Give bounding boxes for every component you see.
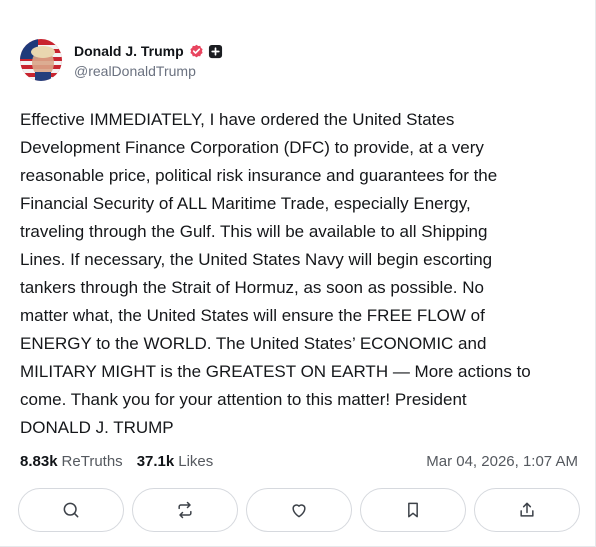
- reply-button[interactable]: [18, 488, 124, 532]
- like-icon: [292, 504, 306, 518]
- reply-icon: [63, 502, 79, 518]
- action-bar: [18, 488, 580, 532]
- plus-badge-icon: [208, 44, 223, 59]
- likes-label[interactable]: Likes: [178, 453, 213, 470]
- flag-portrait-avatar: [20, 39, 62, 81]
- bookmark-icon: [408, 502, 418, 518]
- post-header: Donald J. Trump @realDonaldTrump: [20, 39, 223, 81]
- retruth-icon: [178, 501, 192, 519]
- post-card: Donald J. Trump @realDonaldTrump Effecti…: [0, 0, 596, 547]
- bookmark-button[interactable]: [360, 488, 466, 532]
- post-timestamp[interactable]: Mar 04, 2026, 1:07 AM: [426, 453, 578, 470]
- likes-count[interactable]: 37.1k: [137, 453, 175, 470]
- retruths-label[interactable]: ReTruths: [62, 453, 123, 470]
- share-icon: [520, 502, 534, 517]
- author-handle[interactable]: @realDonaldTrump: [74, 63, 223, 79]
- display-name[interactable]: Donald J. Trump: [74, 43, 184, 59]
- author-block: Donald J. Trump @realDonaldTrump: [74, 41, 223, 79]
- post-body-text: Effective IMMEDIATELY, I have ordered th…: [20, 110, 531, 437]
- verified-badge-icon: [189, 44, 204, 59]
- retruth-button[interactable]: [132, 488, 238, 532]
- like-button[interactable]: [246, 488, 352, 532]
- post-stats: 8.83k ReTruths 37.1k Likes Mar 04, 2026,…: [20, 453, 578, 470]
- name-row: Donald J. Trump: [74, 41, 223, 61]
- share-button[interactable]: [474, 488, 580, 532]
- avatar[interactable]: [20, 39, 62, 81]
- retruths-count[interactable]: 8.83k: [20, 453, 58, 470]
